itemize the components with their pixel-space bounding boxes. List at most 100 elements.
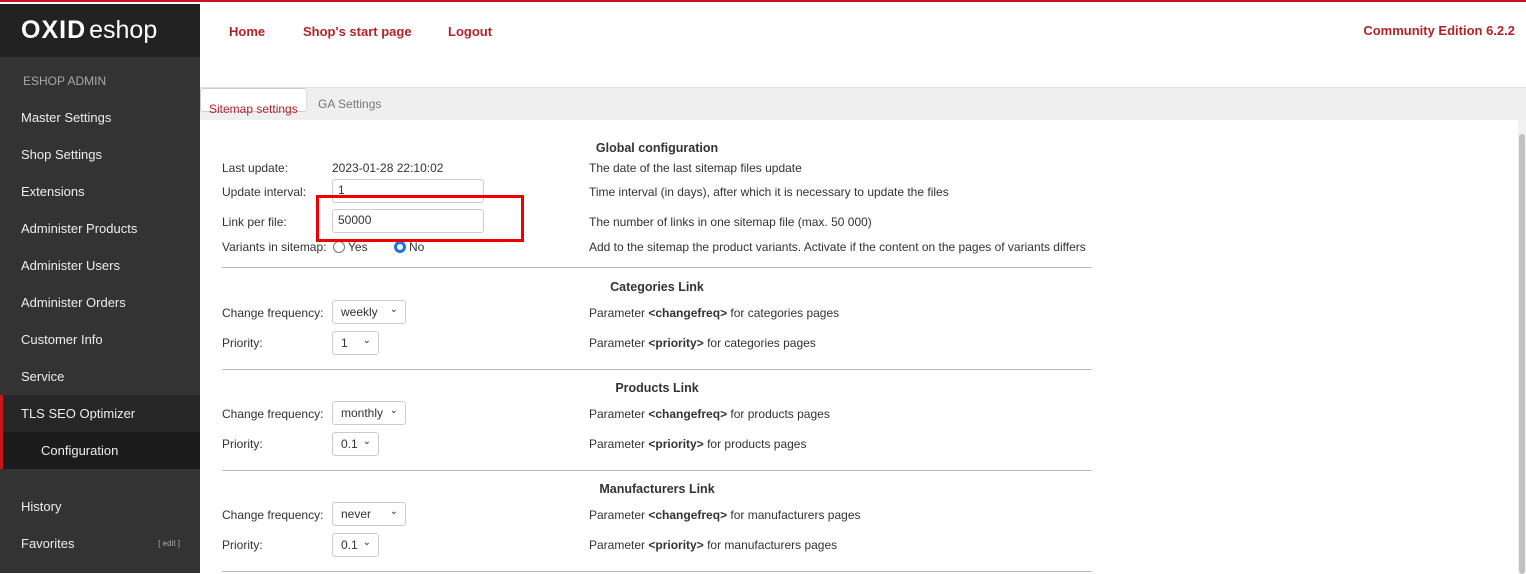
priority-value: 0.1 <box>341 437 358 451</box>
sidebar-item-history[interactable]: History <box>0 488 200 525</box>
tab-ga-settings[interactable]: GA Settings <box>308 88 391 121</box>
sidebar-item-customer-info[interactable]: Customer Info <box>0 321 200 358</box>
changefreq-desc: Parameter <changefreq> for products page… <box>589 407 830 421</box>
sidebar-item-master-settings[interactable]: Master Settings <box>0 99 200 136</box>
no-label: No <box>409 240 425 254</box>
changefreq-desc-text: for categories pages <box>730 306 840 320</box>
priority-select[interactable]: 0.1 ⌄ <box>332 533 379 557</box>
sidebar-section-title: ESHOP ADMIN <box>23 74 107 88</box>
change-frequency-value: never <box>341 507 372 521</box>
param-word: Parameter <box>589 407 646 421</box>
sidebar-item-extensions[interactable]: Extensions <box>0 173 200 210</box>
changefreq-desc: Parameter <changefreq> for categories pa… <box>589 306 839 320</box>
priority-tag: <priority> <box>648 437 704 451</box>
sidebar-item-configuration[interactable]: Configuration <box>0 432 200 469</box>
divider <box>222 369 1092 370</box>
priority-tag: <priority> <box>648 336 704 350</box>
sidebar-item-administer-products[interactable]: Administer Products <box>0 210 200 247</box>
logout-link[interactable]: Logout <box>448 24 492 39</box>
variants-label: Variants in sitemap: <box>222 240 327 254</box>
update-interval-desc: Time interval (in days), after which it … <box>589 185 949 199</box>
param-word: Parameter <box>589 336 646 350</box>
priority-desc-text: for categories pages <box>707 336 816 350</box>
shop-start-page-link[interactable]: Shop's start page <box>303 24 412 39</box>
param-word: Parameter <box>589 437 646 451</box>
change-frequency-label: Change frequency: <box>222 407 324 421</box>
priority-desc: Parameter <priority> for categories page… <box>589 336 816 350</box>
link-per-file-desc: The number of links in one sitemap file … <box>589 215 872 229</box>
highlight-box <box>316 195 524 242</box>
chevron-down-icon: ⌄ <box>362 537 371 548</box>
tab-bar: Sitemap settings GA Settings <box>200 87 1526 120</box>
change-frequency-value: monthly <box>341 406 384 420</box>
priority-label: Priority: <box>222 538 263 552</box>
radio-no[interactable] <box>394 241 406 253</box>
sidebar-item-favorites[interactable]: Favorites [ edit ] <box>0 525 200 562</box>
logo[interactable]: OXID eshop <box>0 4 200 57</box>
change-frequency-select[interactable]: weekly ⌄ <box>332 300 406 324</box>
section-title: Manufacturers Link <box>599 482 715 496</box>
variants-desc: Add to the sitemap the product variants.… <box>589 240 1086 254</box>
priority-select[interactable]: 0.1 ⌄ <box>332 432 379 456</box>
scrollbar[interactable] <box>1518 120 1526 574</box>
changefreq-tag: <changefreq> <box>648 407 728 421</box>
variants-no[interactable]: No <box>394 240 424 254</box>
change-frequency-select[interactable]: monthly ⌄ <box>332 401 406 425</box>
divider <box>222 267 1092 268</box>
chevron-down-icon: ⌄ <box>362 335 371 346</box>
priority-label: Priority: <box>222 437 263 451</box>
section-title: Products Link <box>615 381 699 395</box>
favorites-label: Favorites <box>21 536 75 551</box>
radio-yes[interactable] <box>333 241 345 253</box>
favorites-edit-link[interactable]: [ edit ] <box>158 525 180 562</box>
priority-desc-text: for manufacturers pages <box>707 538 838 552</box>
divider <box>222 470 1092 471</box>
update-interval-label: Update interval: <box>222 185 307 199</box>
last-update-value: 2023-01-28 22:10:02 <box>332 161 444 175</box>
tab-sitemap-settings[interactable]: Sitemap settings <box>200 88 307 116</box>
sidebar-item-service[interactable]: Service <box>0 358 200 395</box>
changefreq-desc-text: for products pages <box>730 407 830 421</box>
param-word: Parameter <box>589 508 646 522</box>
sidebar: OXID eshop ESHOP ADMIN Master Settings Sh… <box>0 4 200 573</box>
priority-desc: Parameter <priority> for manufacturers p… <box>589 538 837 552</box>
edition-label: Community Edition 6.2.2 <box>1363 23 1515 38</box>
chevron-down-icon: ⌄ <box>362 436 371 447</box>
changefreq-tag: <changefreq> <box>648 508 728 522</box>
priority-desc-text: for products pages <box>707 437 807 451</box>
chevron-down-icon: ⌄ <box>389 304 398 315</box>
chevron-down-icon: ⌄ <box>389 405 398 416</box>
change-frequency-label: Change frequency: <box>222 508 324 522</box>
priority-select[interactable]: 1 ⌄ <box>332 331 379 355</box>
last-update-label: Last update: <box>222 161 289 175</box>
changefreq-tag: <changefreq> <box>648 306 728 320</box>
change-frequency-value: weekly <box>341 305 378 319</box>
priority-value: 1 <box>341 336 348 350</box>
variants-yes[interactable]: Yes <box>333 240 368 254</box>
link-per-file-label: Link per file: <box>222 215 287 229</box>
divider <box>222 571 1092 572</box>
change-frequency-select[interactable]: never ⌄ <box>332 502 406 526</box>
global-config-title: Global configuration <box>595 141 719 155</box>
logo-bold: OXID <box>21 16 87 44</box>
priority-tag: <priority> <box>648 538 704 552</box>
sidebar-item-shop-settings[interactable]: Shop Settings <box>0 136 200 173</box>
logo-light: eshop <box>89 16 158 44</box>
section-title: Categories Link <box>610 280 704 294</box>
changefreq-desc: Parameter <changefreq> for manufacturers… <box>589 508 861 522</box>
param-word: Parameter <box>589 538 646 552</box>
sidebar-item-administer-orders[interactable]: Administer Orders <box>0 284 200 321</box>
sidebar-item-administer-users[interactable]: Administer Users <box>0 247 200 284</box>
priority-value: 0.1 <box>341 538 358 552</box>
changefreq-desc-text: for manufacturers pages <box>730 508 861 522</box>
change-frequency-label: Change frequency: <box>222 306 324 320</box>
scrollbar-thumb[interactable] <box>1519 134 1525 574</box>
priority-desc: Parameter <priority> for products pages <box>589 437 806 451</box>
param-word: Parameter <box>589 306 646 320</box>
header: Home Shop's start page Logout Community … <box>200 4 1526 87</box>
chevron-down-icon: ⌄ <box>389 506 398 517</box>
home-link[interactable]: Home <box>229 24 265 39</box>
yes-label: Yes <box>348 240 368 254</box>
sidebar-item-tls-seo-optimizer[interactable]: TLS SEO Optimizer <box>0 395 200 432</box>
priority-label: Priority: <box>222 336 263 350</box>
